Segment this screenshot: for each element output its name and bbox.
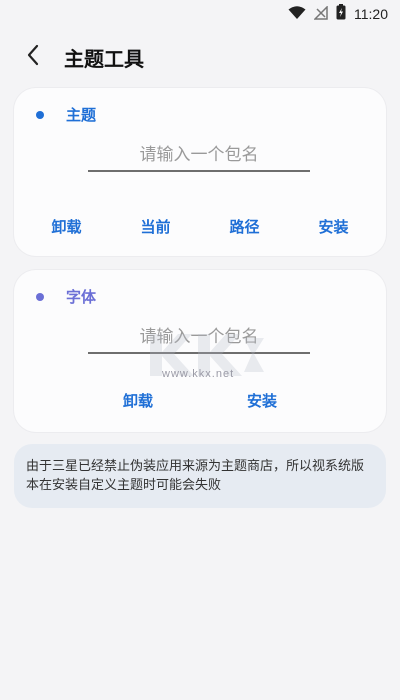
status-icons: 11:20: [288, 4, 388, 24]
theme-install-button[interactable]: 安装: [312, 214, 354, 239]
theme-path-button[interactable]: 路径: [223, 214, 265, 239]
font-uninstall-button[interactable]: 卸载: [117, 388, 159, 413]
font-card-title: 字体: [66, 288, 97, 306]
theme-card-header: 主题: [36, 104, 96, 125]
font-actions: 卸载 安装: [14, 388, 386, 413]
theme-current-button[interactable]: 当前: [134, 214, 176, 239]
battery-charging-icon: [336, 4, 346, 24]
back-button[interactable]: [18, 42, 48, 72]
theme-uninstall-button[interactable]: 卸载: [45, 214, 87, 239]
notice-banner: 由于三星已经禁止伪装应用来源为主题商店，所以视系统版本在安装自定义主题时可能会失…: [14, 444, 386, 508]
watermark-url: www.kkx.net: [162, 368, 235, 380]
no-signal-icon: [313, 4, 328, 24]
notice-text: 由于三星已经禁止伪装应用来源为主题商店，所以视系统版本在安装自定义主题时可能会失…: [26, 459, 365, 493]
font-card: 字体 卸载 安装: [14, 270, 386, 432]
status-bar: 11:20: [0, 0, 400, 28]
theme-actions: 卸载 当前 路径 安装: [14, 214, 386, 239]
page-title: 主题工具: [64, 47, 144, 71]
font-package-input[interactable]: [88, 322, 310, 352]
font-install-button[interactable]: 安装: [241, 388, 283, 413]
back-chevron-icon: [26, 44, 40, 70]
font-dot-icon: [36, 292, 44, 301]
font-card-header: 字体: [36, 286, 96, 307]
theme-card: 主题 卸载 当前 路径 安装: [14, 88, 386, 256]
theme-dot-icon: [36, 110, 44, 119]
theme-package-input-wrap: [88, 140, 310, 172]
theme-package-input[interactable]: [88, 140, 310, 170]
font-package-input-wrap: [88, 322, 310, 354]
app-header: 主题工具: [0, 38, 400, 78]
theme-card-title: 主题: [66, 106, 97, 124]
wifi-icon: [288, 5, 306, 24]
status-time: 11:20: [354, 6, 388, 22]
